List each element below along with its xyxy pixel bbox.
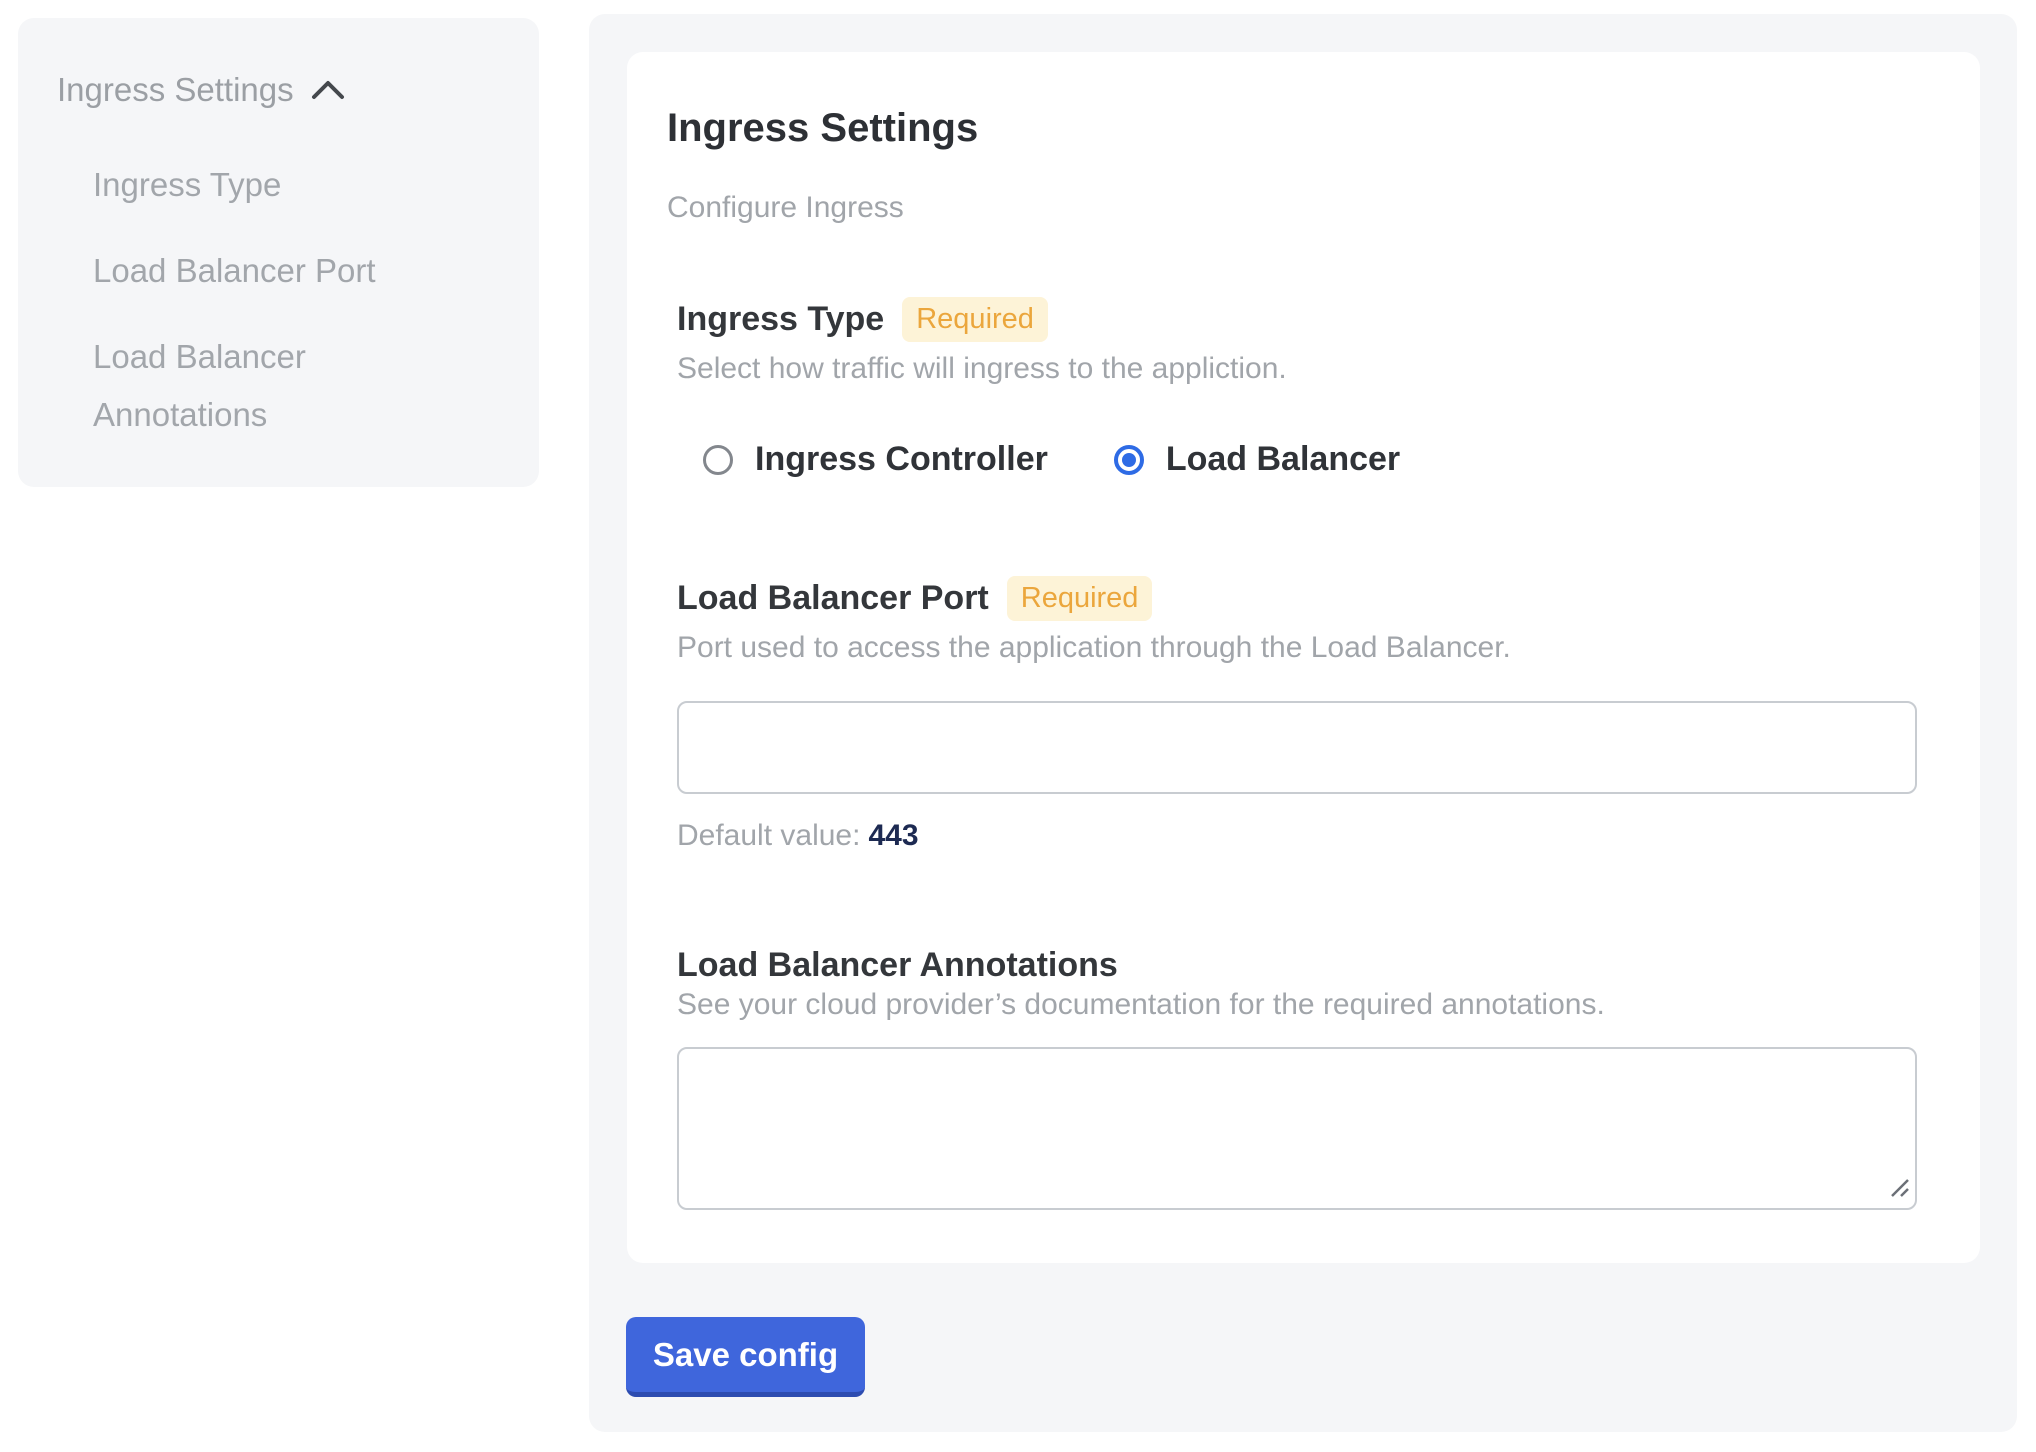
sidebar-item-load-balancer-annotations[interactable]: Load Balancer Annotations [93,328,449,444]
radio-ingress-controller[interactable]: Ingress Controller [703,440,1048,479]
annotations-textarea-wrap [677,1047,1917,1210]
section-load-balancer-port: Load Balancer Port Required Port used to… [677,574,1940,854]
load-balancer-annotations-textarea[interactable] [677,1047,1917,1210]
ingress-type-description: Select how traffic will ingress to the a… [677,351,1940,387]
load-balancer-annotations-label: Load Balancer Annotations [677,946,1118,985]
radio-load-balancer[interactable]: Load Balancer [1114,440,1400,479]
settings-panel: Ingress Settings Configure Ingress Ingre… [589,14,2017,1432]
sidebar-section-toggle[interactable]: Ingress Settings [57,70,449,110]
default-value-label: Default value: [677,819,860,852]
sidebar-item-ingress-type[interactable]: Ingress Type [93,156,449,214]
resize-handle-icon[interactable] [1886,1174,1910,1203]
radio-load-balancer-label: Load Balancer [1166,440,1400,479]
chevron-up-icon [310,70,346,110]
default-value: 443 [868,819,918,852]
sidebar-item-list: Ingress Type Load Balancer Port Load Bal… [93,156,449,444]
radio-checked-icon [1114,445,1144,475]
save-config-button[interactable]: Save config [626,1317,865,1397]
section-ingress-type: Ingress Type Required Select how traffic… [677,295,1940,479]
radio-unchecked-icon [703,445,733,475]
load-balancer-port-description: Port used to access the application thro… [677,630,1940,666]
required-badge: Required [902,297,1048,342]
load-balancer-port-input[interactable] [677,701,1917,794]
radio-ingress-controller-label: Ingress Controller [755,440,1048,479]
load-balancer-port-label: Load Balancer Port [677,579,989,618]
page-subtitle: Configure Ingress [667,190,1940,226]
page-title: Ingress Settings [667,104,1940,152]
settings-sidebar: Ingress Settings Ingress Type Load Balan… [18,18,539,487]
page: Ingress Settings Ingress Type Load Balan… [0,0,2036,1452]
ingress-type-radio-group: Ingress Controller Load Balancer [703,440,1940,479]
sidebar-section-title: Ingress Settings [57,70,294,110]
ingress-type-label: Ingress Type [677,300,884,339]
sidebar-item-load-balancer-port[interactable]: Load Balancer Port [93,242,449,300]
section-load-balancer-annotations: Load Balancer Annotations See your cloud… [677,943,1940,1210]
default-value-row: Default value:443 [677,818,1940,854]
load-balancer-annotations-description: See your cloud provider’s documentation … [677,987,1940,1023]
ingress-settings-card: Ingress Settings Configure Ingress Ingre… [627,52,1980,1263]
required-badge: Required [1007,576,1153,621]
